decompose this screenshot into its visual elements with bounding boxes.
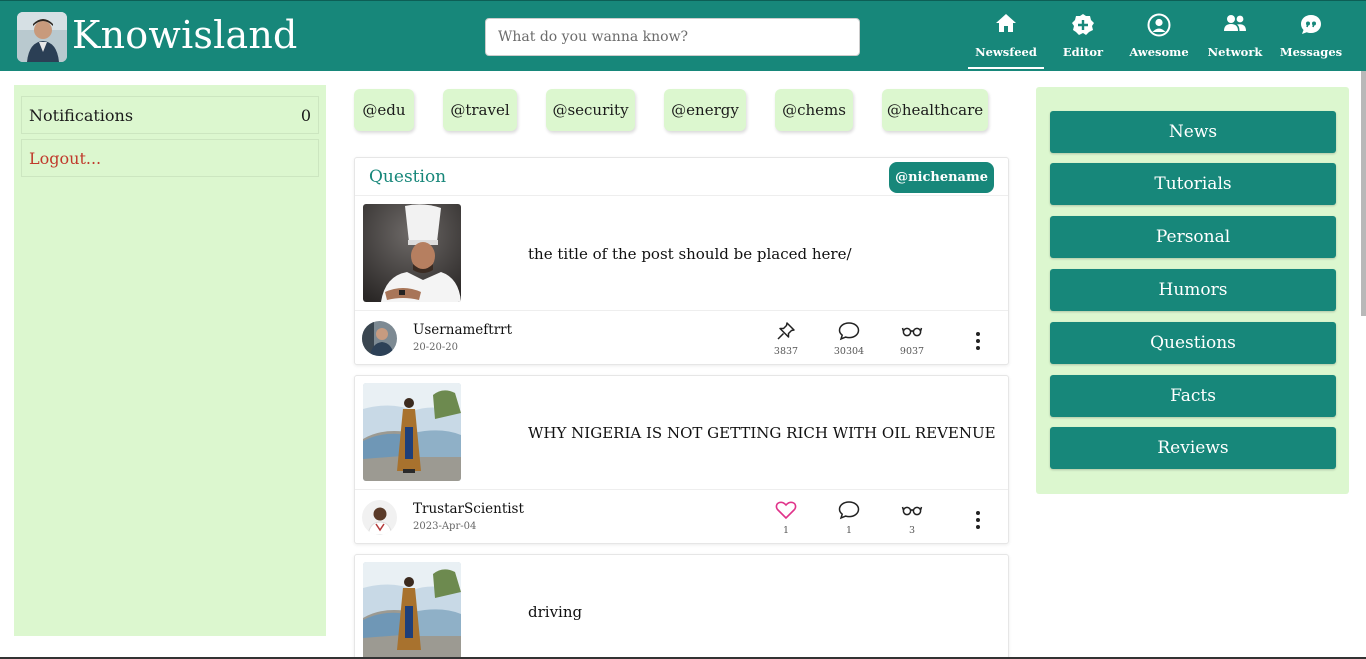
search-input[interactable] bbox=[485, 18, 860, 56]
notifications-count: 0 bbox=[300, 105, 311, 125]
post-card: Question @nichename the title of the pos… bbox=[354, 157, 1009, 365]
nav-newsfeed[interactable]: Newsfeed bbox=[968, 9, 1044, 69]
like-count: 1 bbox=[782, 525, 790, 536]
nav-label: Editor bbox=[1062, 45, 1104, 59]
views-count: 9037 bbox=[899, 346, 925, 357]
users-icon bbox=[1197, 9, 1273, 41]
nav-label: Network bbox=[1207, 45, 1263, 59]
post-card: driving bbox=[354, 554, 1009, 659]
username[interactable]: Usernameftrrt bbox=[413, 322, 512, 338]
nav-awesome[interactable]: Awesome bbox=[1121, 9, 1197, 69]
post-thumbnail[interactable] bbox=[363, 562, 461, 659]
glasses-icon bbox=[901, 505, 923, 524]
category-news-button[interactable]: News bbox=[1050, 111, 1336, 153]
post-title[interactable]: the title of the post should be placed h… bbox=[528, 245, 852, 263]
nav-label: Awesome bbox=[1129, 45, 1189, 59]
home-icon bbox=[968, 9, 1044, 41]
comment-icon bbox=[838, 501, 860, 524]
pin-button[interactable]: 3837 bbox=[761, 321, 811, 357]
notifications-label: Notifications bbox=[29, 105, 134, 125]
question-label: Question bbox=[369, 167, 447, 187]
question-header: Question @nichename bbox=[355, 158, 1008, 196]
post-title[interactable]: WHY NIGERIA IS NOT GETTING RICH WITH OIL… bbox=[528, 424, 996, 442]
category-panel: News Tutorials Personal Humors Questions… bbox=[1036, 87, 1349, 494]
left-sidebar: Notifications 0 Logout... bbox=[14, 85, 326, 636]
comment-button[interactable]: 30304 bbox=[824, 321, 874, 357]
more-options-icon[interactable] bbox=[974, 331, 982, 351]
tag-energy[interactable]: @energy bbox=[664, 89, 746, 131]
heart-icon bbox=[775, 501, 797, 524]
niche-badge[interactable]: @nichename bbox=[889, 162, 994, 193]
pin-count: 3837 bbox=[773, 346, 799, 357]
user-circle-icon bbox=[1121, 9, 1197, 41]
post-thumbnail[interactable] bbox=[363, 383, 461, 481]
brand-avatar[interactable] bbox=[17, 12, 67, 62]
post-date: 2023-Apr-04 bbox=[413, 521, 477, 532]
glasses-icon bbox=[901, 326, 923, 345]
comment-button[interactable]: 1 bbox=[824, 500, 874, 536]
post-date: 20-20-20 bbox=[413, 342, 458, 353]
more-options-icon[interactable] bbox=[974, 510, 982, 530]
avatar[interactable] bbox=[362, 500, 397, 535]
quote-bubble-icon bbox=[1273, 9, 1349, 41]
nav-label: Newsfeed bbox=[975, 45, 1037, 59]
avatar[interactable] bbox=[362, 321, 397, 356]
views-button[interactable]: 9037 bbox=[887, 321, 937, 357]
nav-editor[interactable]: Editor bbox=[1045, 9, 1121, 69]
comment-count: 1 bbox=[845, 525, 853, 536]
notifications-item[interactable]: Notifications 0 bbox=[21, 96, 319, 134]
category-reviews-button[interactable]: Reviews bbox=[1050, 427, 1336, 469]
tag-edu[interactable]: @edu bbox=[354, 89, 414, 131]
comment-icon bbox=[838, 322, 860, 345]
post-footer: Usernameftrrt 20-20-20 3837 30304 9037 bbox=[355, 310, 1008, 364]
username[interactable]: TrustarScientist bbox=[413, 501, 524, 517]
category-personal-button[interactable]: Personal bbox=[1050, 216, 1336, 258]
post-footer: TrustarScientist 2023-Apr-04 1 1 3 bbox=[355, 489, 1008, 543]
category-humors-button[interactable]: Humors bbox=[1050, 269, 1336, 311]
category-facts-button[interactable]: Facts bbox=[1050, 375, 1336, 417]
scrollbar[interactable] bbox=[1361, 71, 1366, 316]
views-button[interactable]: 3 bbox=[887, 500, 937, 536]
post-card: WHY NIGERIA IS NOT GETTING RICH WITH OIL… bbox=[354, 375, 1009, 544]
plus-badge-icon bbox=[1045, 9, 1121, 41]
tag-security[interactable]: @security bbox=[546, 89, 635, 131]
top-navbar: Knowisland Newsfeed Editor Awesome Netwo… bbox=[0, 0, 1366, 71]
category-questions-button[interactable]: Questions bbox=[1050, 322, 1336, 364]
post-title[interactable]: driving bbox=[528, 603, 582, 621]
nav-network[interactable]: Network bbox=[1197, 9, 1273, 69]
nav-label: Messages bbox=[1279, 45, 1343, 59]
tag-healthcare[interactable]: @healthcare bbox=[882, 89, 988, 131]
post-thumbnail[interactable] bbox=[363, 204, 461, 302]
brand-name[interactable]: Knowisland bbox=[72, 13, 298, 57]
comment-count: 30304 bbox=[833, 346, 865, 357]
tag-travel[interactable]: @travel bbox=[443, 89, 517, 131]
views-count: 3 bbox=[908, 525, 916, 536]
pin-icon bbox=[776, 322, 796, 345]
logout-link[interactable]: Logout... bbox=[21, 139, 319, 177]
category-tutorials-button[interactable]: Tutorials bbox=[1050, 163, 1336, 205]
like-button[interactable]: 1 bbox=[761, 500, 811, 536]
tag-chems[interactable]: @chems bbox=[775, 89, 853, 131]
nav-messages[interactable]: Messages bbox=[1273, 9, 1349, 69]
